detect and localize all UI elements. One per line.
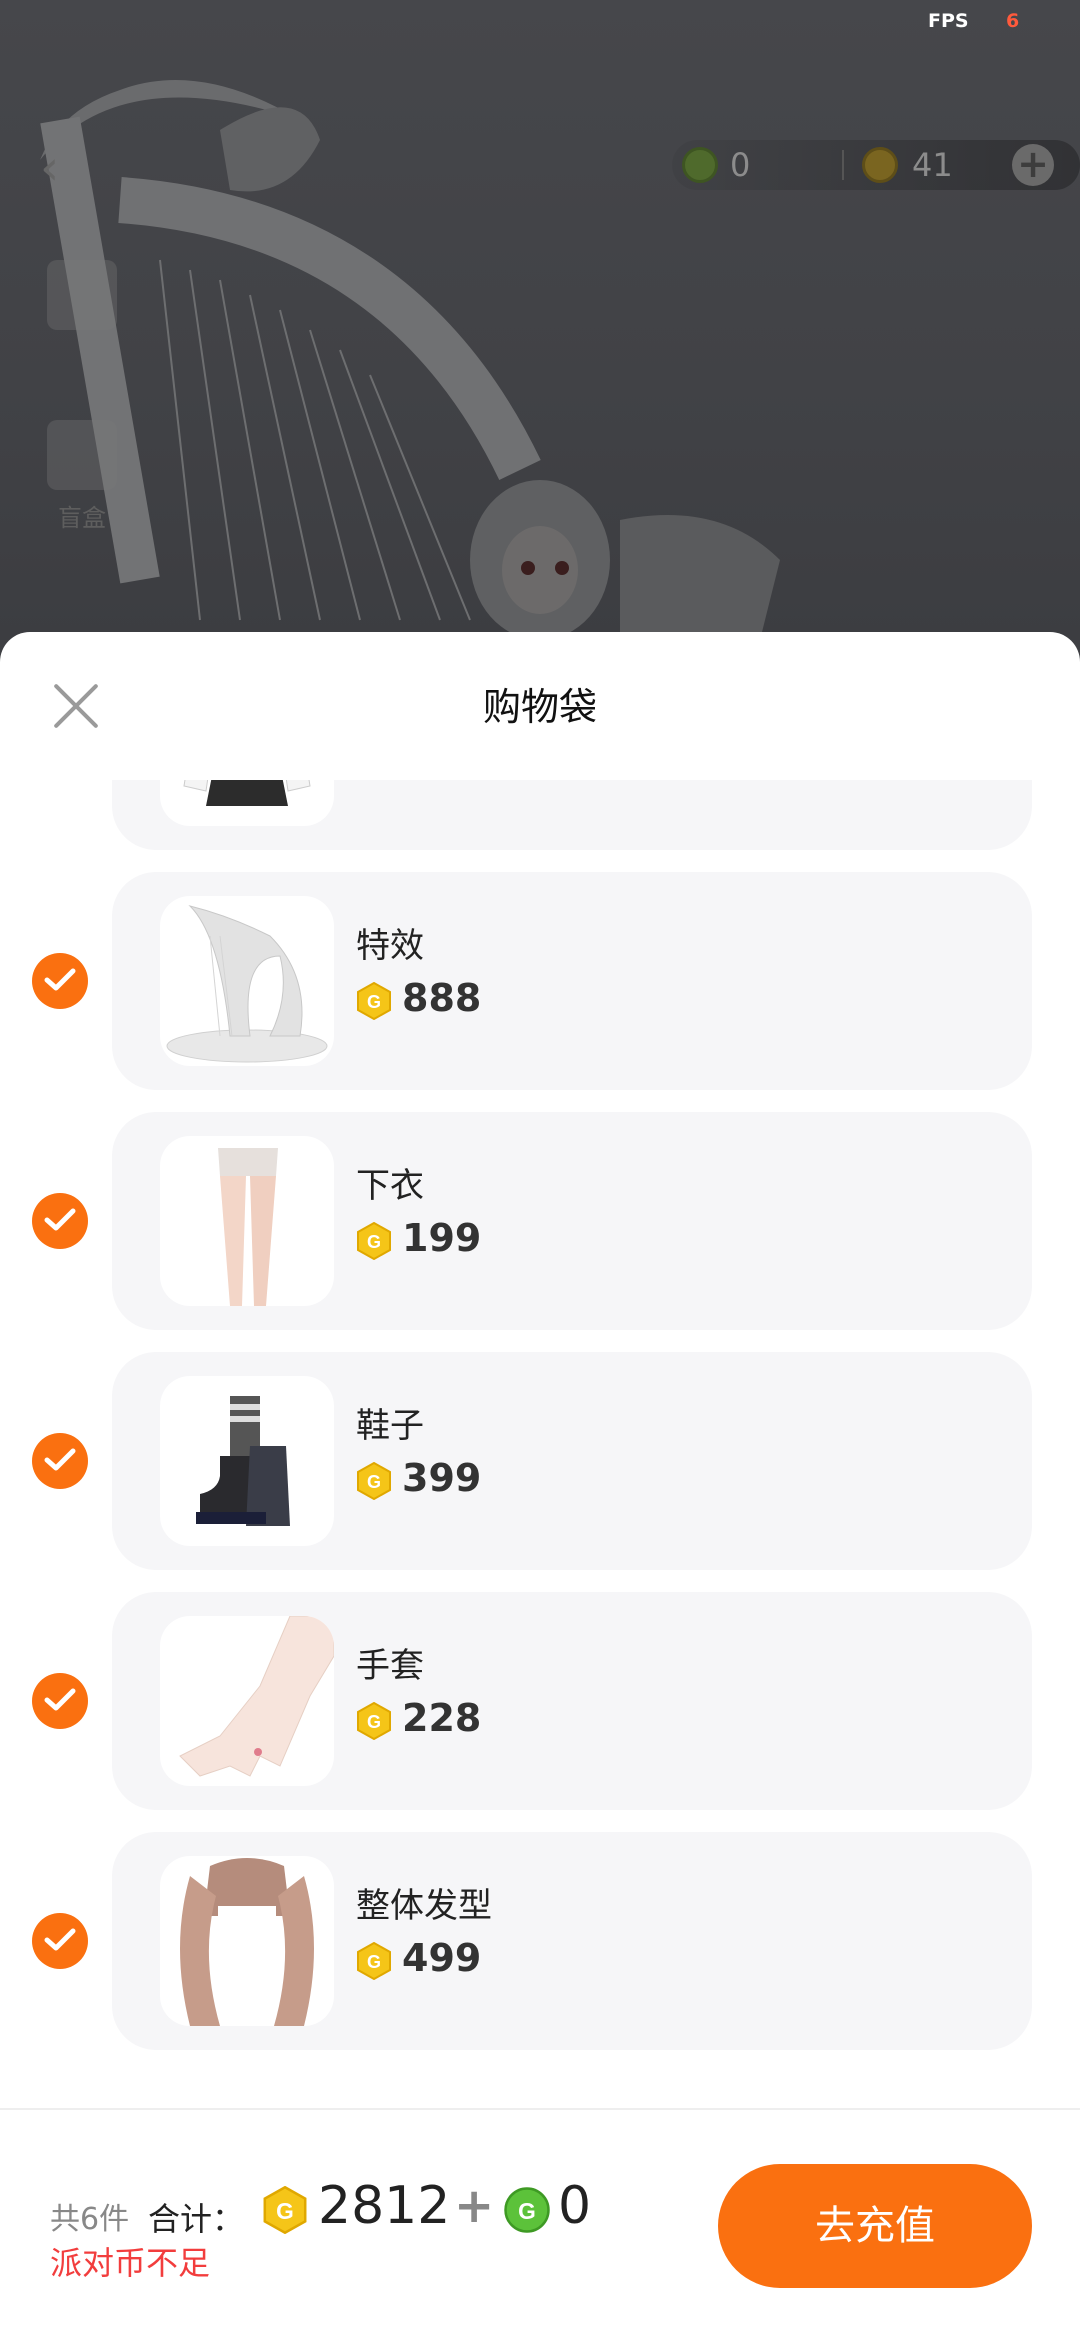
item-checkbox[interactable]	[32, 1673, 88, 1729]
gold-coin-balance: 41	[912, 146, 953, 184]
gold-coin-icon: G	[263, 2186, 307, 2234]
gold-coin-icon	[862, 147, 898, 183]
item-card[interactable]: 上衣 G 599	[112, 780, 1032, 850]
svg-text:G: G	[367, 1472, 381, 1492]
item-name: 鞋子	[356, 1406, 424, 1446]
total-label: 合计：	[148, 2200, 245, 2238]
item-name: 特效	[356, 926, 424, 966]
boots-thumbnail	[160, 1376, 334, 1546]
cart-item[interactable]: 鞋子 G 399	[0, 1352, 1080, 1570]
side-menu-button[interactable]	[34, 260, 130, 338]
recharge-button[interactable]: 去充值	[718, 2164, 1032, 2288]
item-checkbox[interactable]	[32, 1913, 88, 1969]
bottom-clothing-thumbnail	[160, 1136, 334, 1306]
blind-box-button[interactable]: 盲盒	[34, 420, 130, 533]
price-value: 199	[402, 1216, 482, 1260]
item-card[interactable]: 下衣 G 199	[112, 1112, 1032, 1330]
checkmark-icon	[44, 968, 76, 991]
insufficient-balance-warning: 派对币不足	[50, 2244, 211, 2282]
party-coin-icon: G	[504, 2187, 550, 2233]
svg-text:G: G	[367, 1232, 381, 1252]
item-card[interactable]: 特效 G 888	[112, 872, 1032, 1090]
glove-thumbnail	[160, 1616, 334, 1786]
harp-effect-thumbnail	[160, 896, 334, 1066]
top-clothing-thumbnail	[160, 780, 334, 826]
cart-item[interactable]: 特效 G 888	[0, 872, 1080, 1090]
svg-text:G: G	[518, 2198, 536, 2224]
price-value: 499	[402, 1936, 482, 1980]
price-value: 228	[402, 1696, 482, 1740]
price-value: 888	[402, 976, 482, 1020]
hairstyle-thumbnail	[160, 1856, 334, 2026]
price-value: 399	[402, 1456, 482, 1500]
svg-text:G: G	[367, 1952, 381, 1972]
gold-coin-icon: G	[357, 1942, 391, 1980]
cart-item[interactable]: 手套 G 228	[0, 1592, 1080, 1810]
item-checkbox[interactable]	[32, 953, 88, 1009]
gold-coin-icon: G	[357, 1222, 391, 1260]
party-coin-total: 0	[558, 2176, 592, 2236]
gold-coin-icon: G	[357, 1462, 391, 1500]
item-checkbox[interactable]	[32, 1433, 88, 1489]
fps-value: 6	[1006, 10, 1020, 32]
checkmark-icon	[44, 1448, 76, 1471]
currency-bar: 0 41 +	[672, 140, 1080, 190]
gold-coin-icon: G	[357, 982, 391, 1020]
item-name: 下衣	[356, 1166, 424, 1206]
divider	[842, 150, 844, 180]
shopping-bag-sheet: 购物袋 上衣 G 599	[0, 632, 1080, 2340]
svg-text:G: G	[367, 1712, 381, 1732]
game-scene-background: ‹ 盲盒 FPS 6 0 41 +	[0, 0, 1080, 640]
item-count: 共6件	[50, 2202, 130, 2237]
plus-sign: +	[454, 2178, 495, 2234]
svg-text:G: G	[367, 992, 381, 1012]
add-currency-button[interactable]: +	[1012, 144, 1054, 186]
back-arrow-icon[interactable]: ‹	[40, 140, 59, 196]
gift-box-icon	[47, 420, 117, 490]
party-coin-balance: 0	[730, 146, 751, 184]
checkout-footer: 共6件 合计： G 2812 + G 0 派对币不足 去充值	[0, 2108, 1080, 2342]
gold-total: 2812	[318, 2176, 451, 2236]
blind-box-label: 盲盒	[58, 504, 106, 532]
lantern-icon	[47, 260, 117, 330]
item-card[interactable]: 手套 G 228	[112, 1592, 1032, 1810]
cart-item[interactable]: 整体发型 G 499	[0, 1832, 1080, 2050]
cart-item-list[interactable]: 上衣 G 599 特效	[0, 780, 1080, 2108]
party-coin-icon	[682, 147, 718, 183]
item-name: 手套	[356, 1646, 424, 1686]
item-card[interactable]: 鞋子 G 399	[112, 1352, 1032, 1570]
item-name: 整体发型	[356, 1886, 492, 1926]
checkmark-icon	[44, 1928, 76, 1951]
item-checkbox[interactable]	[32, 1193, 88, 1249]
cart-item[interactable]: 下衣 G 199	[0, 1112, 1080, 1330]
item-card[interactable]: 整体发型 G 499	[112, 1832, 1032, 2050]
fps-label: FPS	[928, 10, 969, 32]
sheet-title: 购物袋	[482, 685, 597, 729]
checkmark-icon	[44, 1208, 76, 1231]
gold-coin-icon: G	[357, 1702, 391, 1740]
svg-text:G: G	[276, 2198, 294, 2224]
checkmark-icon	[44, 1688, 76, 1711]
cart-item[interactable]: 上衣 G 599	[0, 780, 1080, 850]
